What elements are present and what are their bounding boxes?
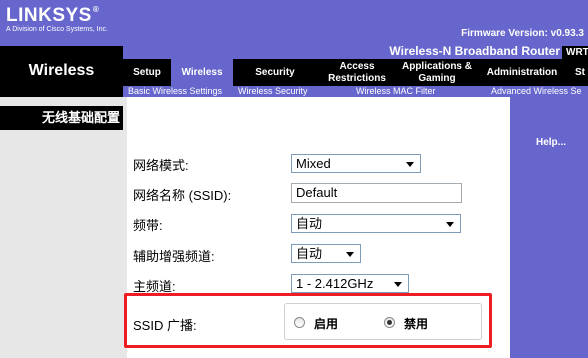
channel-select[interactable]: 1 - 2.412GHz [291,274,409,293]
tab-access-restrictions[interactable]: Access Restrictions [317,59,397,86]
router-name-bar: Wireless-N Broadband Router WRT [123,44,588,59]
channel-value: 1 - 2.412GHz [296,276,374,291]
subtab-wireless-security[interactable]: Wireless Security [238,86,308,97]
top-banner: LINKSYS® A Division of Cisco Systems, In… [0,0,588,46]
linksys-logo: LINKSYS® [6,5,100,26]
tab-applications-gaming[interactable]: Applications & Gaming [397,59,477,86]
ext-channel-label: 辅助增强频道: [133,249,215,264]
ssid-broadcast-enable-radio[interactable] [294,317,305,328]
ssid-broadcast-disable-label[interactable]: 禁用 [404,315,428,332]
main-nav: Setup Wireless Security Access Restricti… [123,59,588,86]
chevron-down-icon [446,222,454,227]
chevron-down-icon [346,252,354,257]
chevron-down-icon [394,282,402,287]
tab-security[interactable]: Security [233,59,317,86]
network-mode-value: Mixed [296,156,331,171]
subtab-advanced-wireless-settings[interactable]: Advanced Wireless Se [491,86,582,97]
ext-channel-select[interactable]: 自动 [291,244,361,263]
band-label: 频带: [133,218,163,233]
section-title-box: Wireless [0,46,123,97]
left-sidebar: 无线基础配置 [0,97,123,358]
tab-status[interactable]: St [567,59,588,86]
subtab-basic-wireless-settings[interactable]: Basic Wireless Settings [128,86,222,97]
logo-tagline: A Division of Cisco Systems, Inc. [6,26,108,33]
help-panel: Help... [506,97,588,358]
tab-administration[interactable]: Administration [477,59,567,86]
band-value: 自动 [296,216,323,231]
sub-nav: Basic Wireless Settings Wireless Securit… [123,86,588,97]
band-select[interactable]: 自动 [291,214,461,233]
chevron-down-icon [406,162,414,167]
tab-wireless[interactable]: Wireless [171,59,233,86]
ssid-broadcast-options: 启用 禁用 [284,303,482,340]
ssid-input[interactable]: Default [291,183,462,203]
network-mode-label: 网络模式: [133,158,189,173]
ssid-broadcast-enable-label[interactable]: 启用 [314,315,338,332]
ssid-label: 网络名称 (SSID): [133,188,232,203]
router-name: Wireless-N Broadband Router [389,44,560,58]
left-heading: 无线基础配置 [0,106,123,130]
ext-channel-value: 自动 [296,246,323,261]
network-mode-select[interactable]: Mixed [291,154,421,173]
ssid-broadcast-label: SSID 广播: [133,318,197,333]
router-model: WRT [562,46,588,59]
help-link[interactable]: Help... [536,137,566,148]
subtab-wireless-mac-filter[interactable]: Wireless MAC Filter [356,86,436,97]
tab-setup[interactable]: Setup [123,59,171,86]
ssid-broadcast-disable-radio[interactable] [384,317,395,328]
router-admin-page: LINKSYS® A Division of Cisco Systems, In… [0,0,588,358]
firmware-version: Firmware Version: v0.93.3 [461,28,584,39]
section-title: Wireless [28,62,95,79]
